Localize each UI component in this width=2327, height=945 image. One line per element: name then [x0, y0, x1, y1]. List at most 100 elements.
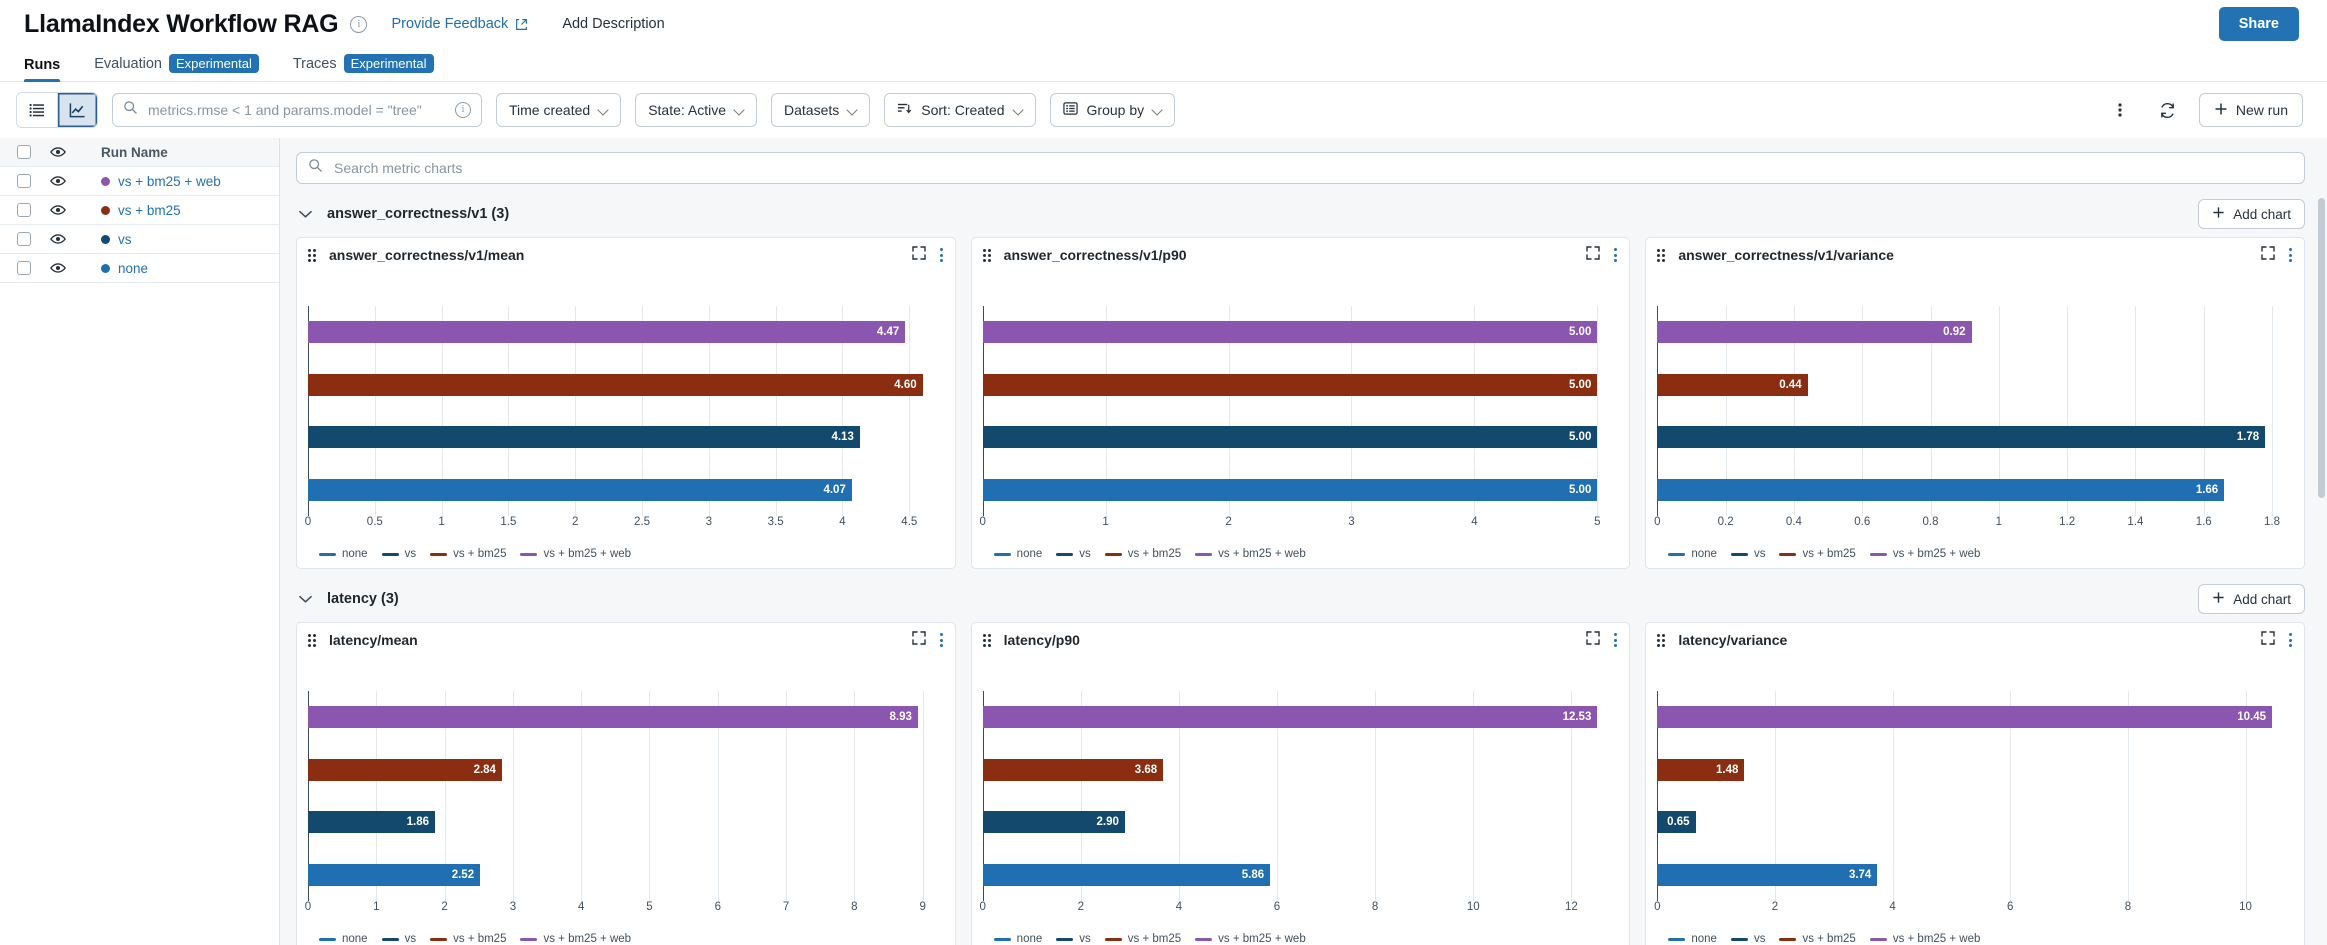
metric-chart-search-input[interactable] — [332, 159, 2293, 177]
bar[interactable]: 4.47 — [308, 321, 905, 343]
bar[interactable]: 5.86 — [983, 864, 1270, 886]
legend-item[interactable]: none — [994, 933, 1043, 945]
legend-item[interactable]: vs + bm25 — [1779, 548, 1855, 560]
chart-card-2[interactable]: answer_correctness/v1/variance 0.920.441… — [1645, 237, 2305, 569]
legend-item[interactable]: vs + bm25 + web — [1870, 548, 1981, 560]
drag-handle-icon[interactable] — [308, 249, 319, 262]
legend-item[interactable]: vs — [382, 548, 417, 560]
charts-scrollbar[interactable] — [2318, 198, 2325, 498]
run-link[interactable]: none — [101, 261, 148, 276]
bar[interactable]: 0.65 — [1657, 811, 1695, 833]
group-by-control[interactable]: Group by — [1050, 93, 1176, 127]
bar[interactable]: 0.92 — [1657, 321, 1971, 343]
new-run-button[interactable]: New run — [2199, 93, 2303, 127]
info-icon[interactable]: i — [350, 16, 367, 33]
run-link[interactable]: vs + bm25 + web — [101, 174, 221, 189]
bar[interactable]: 2.84 — [308, 759, 502, 781]
tab-runs[interactable]: Runs — [24, 57, 60, 81]
kebab-menu-icon[interactable] — [940, 248, 943, 262]
kebab-menu-icon[interactable] — [2289, 633, 2292, 647]
legend-item[interactable]: none — [1668, 548, 1717, 560]
legend-item[interactable]: vs + bm25 — [1105, 933, 1181, 945]
bar[interactable]: 4.60 — [308, 374, 923, 396]
search-input[interactable] — [146, 101, 447, 119]
toolbar-overflow-menu-icon[interactable] — [2103, 93, 2137, 127]
add-chart-button[interactable]: Add chart — [2198, 584, 2305, 614]
bar[interactable]: 1.66 — [1657, 479, 2224, 501]
search-help-icon[interactable]: i — [455, 102, 471, 118]
sort-control[interactable]: Sort: Created — [884, 93, 1035, 127]
filter-datasets[interactable]: Datasets — [771, 93, 870, 127]
bar[interactable]: 0.44 — [1657, 374, 1807, 396]
kebab-menu-icon[interactable] — [1614, 633, 1617, 647]
fullscreen-icon[interactable] — [1586, 246, 1600, 265]
bar[interactable]: 5.00 — [983, 374, 1598, 396]
row-checkbox[interactable] — [17, 261, 31, 275]
run-link[interactable]: vs + bm25 — [101, 203, 181, 218]
drag-handle-icon[interactable] — [1657, 249, 1668, 262]
tab-traces[interactable]: Traces Experimental — [293, 54, 434, 81]
visibility-icon[interactable] — [50, 233, 66, 245]
drag-handle-icon[interactable] — [308, 634, 319, 647]
legend-item[interactable]: vs + bm25 — [1105, 548, 1181, 560]
visibility-icon[interactable] — [50, 175, 66, 187]
bar[interactable]: 1.86 — [308, 811, 435, 833]
legend-item[interactable]: vs + bm25 + web — [1195, 548, 1306, 560]
legend-item[interactable]: vs — [1731, 548, 1766, 560]
bar[interactable]: 2.52 — [308, 864, 480, 886]
visibility-icon[interactable] — [50, 146, 66, 158]
table-row[interactable]: vs — [0, 225, 279, 254]
visibility-icon[interactable] — [50, 262, 66, 274]
legend-item[interactable]: vs + bm25 — [430, 933, 506, 945]
metric-chart-search[interactable] — [296, 152, 2305, 184]
run-filter-search[interactable]: i — [112, 93, 482, 127]
kebab-menu-icon[interactable] — [2289, 248, 2292, 262]
fullscreen-icon[interactable] — [1586, 631, 1600, 650]
legend-item[interactable]: vs + bm25 + web — [1195, 933, 1306, 945]
chart-card-1[interactable]: answer_correctness/v1/p90 5.005.005.005.… — [971, 237, 1631, 569]
chart-card-4[interactable]: latency/p90 12.533.682.905.86 024681012 — [971, 622, 1631, 945]
tab-evaluation[interactable]: Evaluation Experimental — [94, 54, 259, 81]
legend-item[interactable]: vs + bm25 + web — [1870, 933, 1981, 945]
bar[interactable]: 10.45 — [1657, 706, 2272, 728]
drag-handle-icon[interactable] — [983, 249, 994, 262]
legend-item[interactable]: vs — [1056, 933, 1091, 945]
legend-item[interactable]: none — [994, 548, 1043, 560]
refresh-icon[interactable] — [2151, 93, 2185, 127]
legend-item[interactable]: vs + bm25 + web — [520, 548, 631, 560]
drag-handle-icon[interactable] — [1657, 634, 1668, 647]
bar[interactable]: 5.00 — [983, 426, 1598, 448]
run-link[interactable]: vs — [101, 232, 132, 247]
chart-card-0[interactable]: answer_correctness/v1/mean 4.474.604.134… — [296, 237, 956, 569]
legend-item[interactable]: vs + bm25 — [1779, 933, 1855, 945]
chevron-down-icon[interactable] — [296, 205, 314, 223]
row-checkbox[interactable] — [17, 174, 31, 188]
kebab-menu-icon[interactable] — [1614, 248, 1617, 262]
legend-item[interactable]: none — [319, 933, 368, 945]
legend-item[interactable]: vs + bm25 + web — [520, 933, 631, 945]
table-view-icon[interactable] — [17, 93, 57, 127]
chart-card-3[interactable]: latency/mean 8.932.841.862.52 0123456789 — [296, 622, 956, 945]
kebab-menu-icon[interactable] — [940, 633, 943, 647]
filter-state[interactable]: State: Active — [635, 93, 757, 127]
table-row[interactable]: vs + bm25 + web — [0, 167, 279, 196]
add-description-button[interactable]: Add Description — [552, 10, 674, 38]
chart-view-icon[interactable] — [57, 93, 97, 127]
row-checkbox[interactable] — [17, 232, 31, 246]
legend-item[interactable]: vs — [1056, 548, 1091, 560]
legend-item[interactable]: vs — [382, 933, 417, 945]
provide-feedback-link[interactable]: Provide Feedback — [391, 16, 528, 32]
bar[interactable]: 2.90 — [983, 811, 1125, 833]
bar[interactable]: 5.00 — [983, 479, 1598, 501]
legend-item[interactable]: none — [1668, 933, 1717, 945]
bar[interactable]: 3.74 — [1657, 864, 1877, 886]
bar[interactable]: 1.48 — [1657, 759, 1744, 781]
bar[interactable]: 5.00 — [983, 321, 1598, 343]
fullscreen-icon[interactable] — [912, 631, 926, 650]
fullscreen-icon[interactable] — [2261, 246, 2275, 265]
chart-card-5[interactable]: latency/variance 10.451.480.653.74 02468… — [1645, 622, 2305, 945]
bar[interactable]: 4.07 — [308, 479, 852, 501]
filter-time-created[interactable]: Time created — [496, 93, 621, 127]
bar[interactable]: 12.53 — [983, 706, 1598, 728]
select-all-checkbox[interactable] — [17, 145, 31, 159]
